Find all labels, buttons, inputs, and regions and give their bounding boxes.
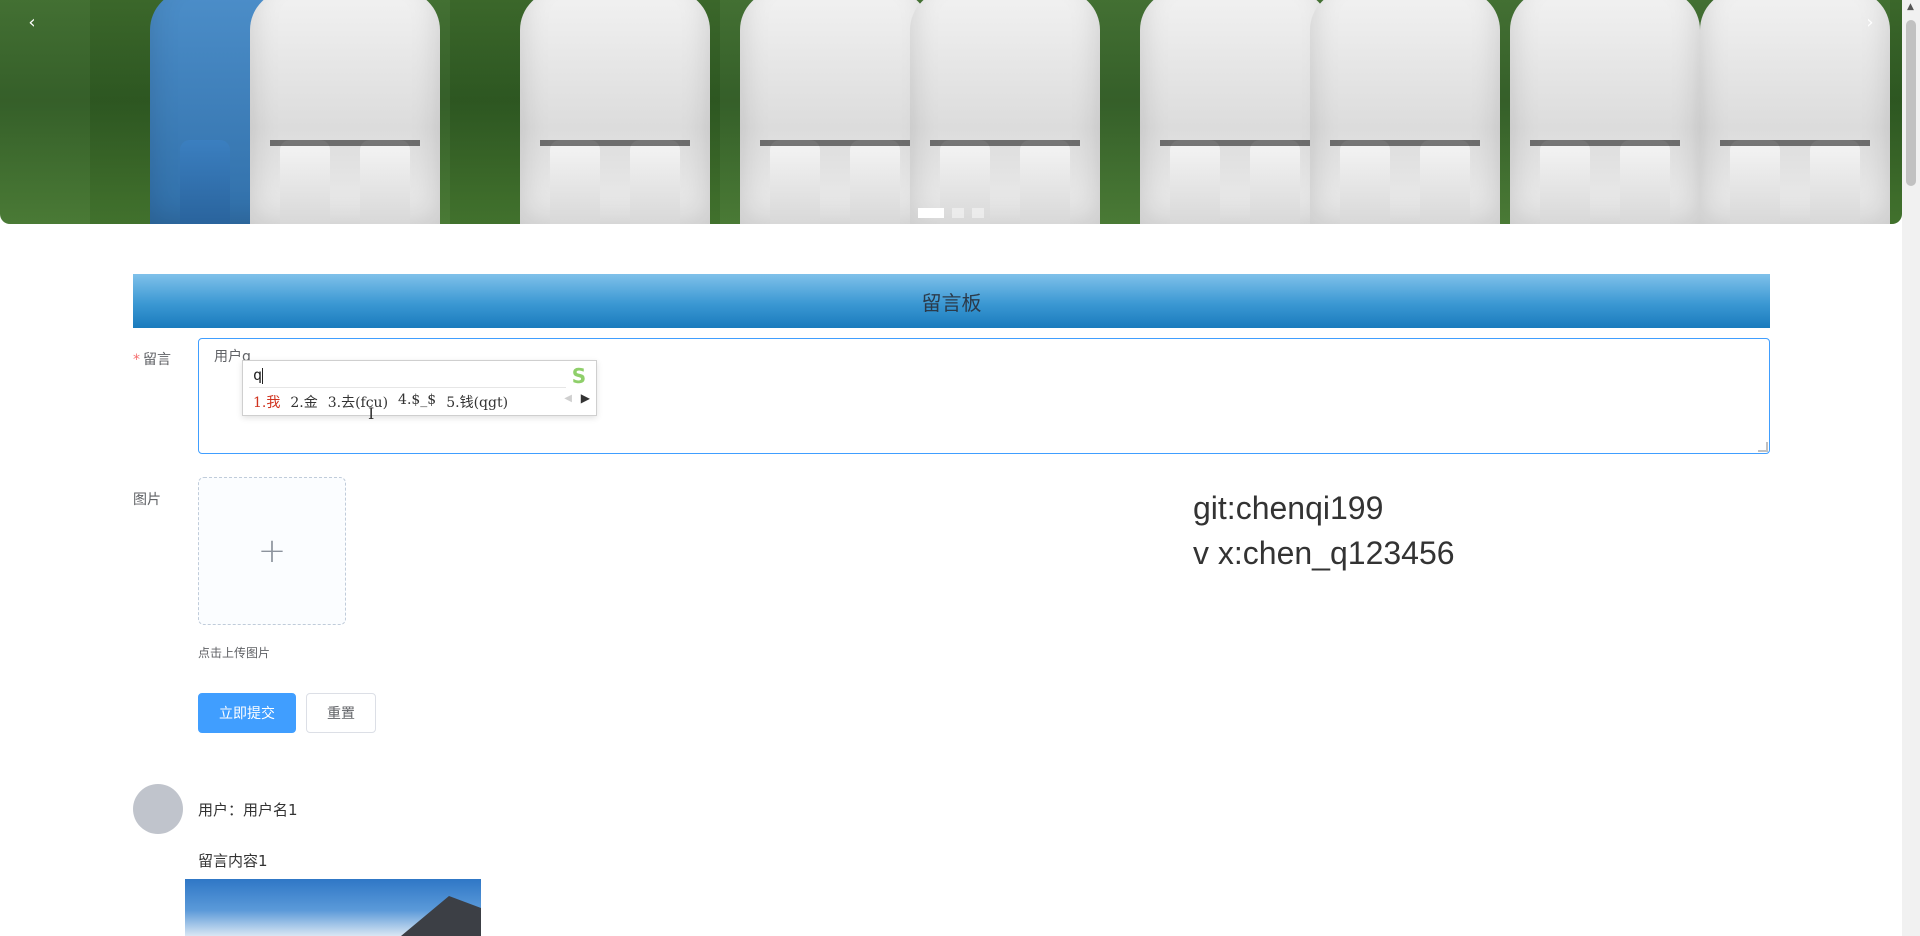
textarea-resize-handle[interactable] xyxy=(1758,442,1768,452)
ime-candidate[interactable]: 5.钱(qgt) xyxy=(446,392,508,412)
git-contact-text: git:chenqi199 xyxy=(1193,490,1384,526)
avatar xyxy=(133,784,183,834)
message-label-text: 留言 xyxy=(143,352,171,368)
player-figure xyxy=(520,0,710,224)
image-label: 图片 xyxy=(133,492,161,508)
ime-prev-page-icon[interactable]: ◀ xyxy=(564,393,572,404)
ime-candidate[interactable]: 4.$_$ xyxy=(398,392,436,412)
carousel-indicator-1[interactable] xyxy=(918,208,944,218)
upload-tip: 点击上传图片 xyxy=(198,646,271,660)
image-upload-box[interactable]: + xyxy=(198,477,346,625)
player-figure xyxy=(1310,0,1500,224)
ime-next-page-icon[interactable]: ▶ xyxy=(581,391,590,405)
player-figure xyxy=(250,0,440,224)
ime-divider xyxy=(249,387,566,388)
text-cursor-icon: I xyxy=(368,404,375,423)
ime-candidate-list: 1.我 2.金 3.去(fcu) 4.$_$ 5.钱(qgt) xyxy=(253,392,508,412)
message-user: 用户：用户名1 xyxy=(198,801,298,819)
hero-carousel: ‹ › xyxy=(0,0,1902,224)
ime-composition: q xyxy=(253,366,264,384)
ime-candidate-popup: q S 1.我 2.金 3.去(fcu) 4.$_$ 5.钱(qgt) ◀ ▶ xyxy=(242,360,597,416)
message-image[interactable] xyxy=(185,879,481,936)
ime-candidate[interactable]: 2.金 xyxy=(290,392,317,412)
player-figure xyxy=(910,0,1100,224)
message-label: * 留言 xyxy=(133,349,171,369)
required-mark: * xyxy=(133,352,140,368)
page-scrollbar[interactable]: ▲ xyxy=(1902,0,1920,936)
message-board-title: 留言板 xyxy=(133,274,1770,328)
ime-candidate[interactable]: 1.我 xyxy=(253,392,280,412)
ime-candidate[interactable]: 3.去(fcu) xyxy=(328,392,388,412)
message-content: 留言内容1 xyxy=(198,852,268,870)
carousel-indicator-2[interactable] xyxy=(952,208,964,218)
plus-icon: + xyxy=(257,531,287,571)
vx-contact-text: v x:chen_q123456 xyxy=(1193,535,1455,571)
scrollbar-thumb[interactable] xyxy=(1906,20,1916,186)
carousel-next-arrow-icon[interactable]: › xyxy=(1852,4,1888,40)
submit-button[interactable]: 立即提交 xyxy=(198,693,296,733)
ime-composition-text: q xyxy=(253,366,263,384)
scroll-up-arrow-icon[interactable]: ▲ xyxy=(1907,2,1914,12)
sogou-ime-logo-icon: S xyxy=(571,364,587,388)
mountain-shape xyxy=(401,896,481,936)
player-figure xyxy=(740,0,930,224)
ime-caret xyxy=(262,367,264,384)
carousel-prev-arrow-icon[interactable]: ‹ xyxy=(14,4,50,40)
carousel-indicators xyxy=(918,208,984,218)
reset-button[interactable]: 重置 xyxy=(306,693,376,733)
carousel-indicator-3[interactable] xyxy=(972,208,984,218)
player-figure xyxy=(1510,0,1700,224)
player-figure xyxy=(1140,0,1330,224)
